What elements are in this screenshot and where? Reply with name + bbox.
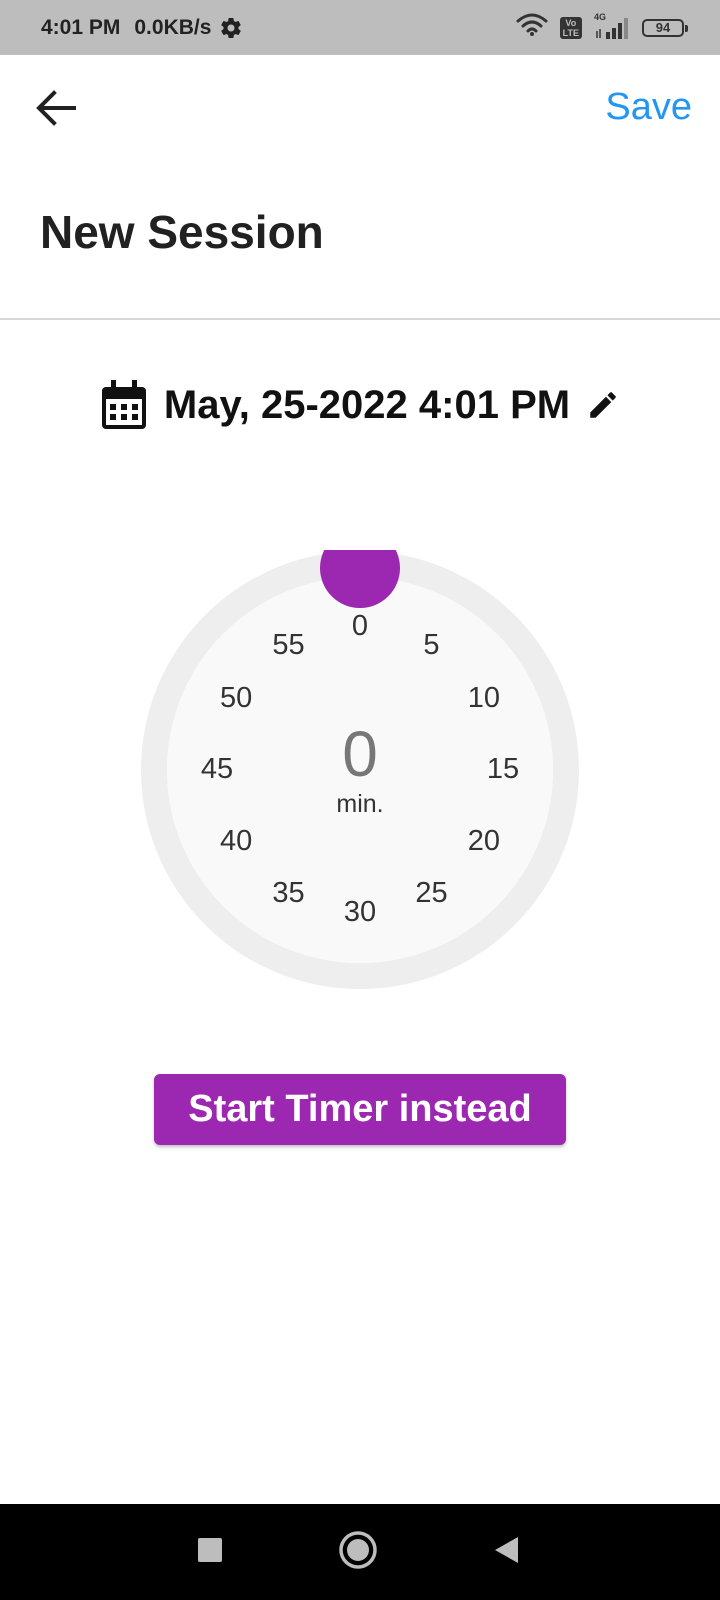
session-datetime[interactable]: May, 25-2022 4:01 PM xyxy=(164,383,570,428)
status-time: 4:01 PM xyxy=(41,15,121,39)
pencil-icon[interactable] xyxy=(586,388,620,422)
dial-tick-50: 50 xyxy=(220,681,253,714)
dial-tick-5: 5 xyxy=(423,629,440,662)
dial-tick-25: 25 xyxy=(415,876,448,909)
triangle-back-icon xyxy=(492,1535,520,1570)
back-nav-button[interactable] xyxy=(486,1532,526,1572)
status-network-speed: 0.0KB/s xyxy=(134,15,212,39)
dial-tick-20: 20 xyxy=(467,824,500,857)
status-left: 4:01 PM 0.0KB/s xyxy=(41,0,243,55)
home-button[interactable] xyxy=(338,1530,378,1575)
dial-tick-55: 55 xyxy=(272,629,305,662)
square-icon xyxy=(197,1537,223,1568)
wifi-icon xyxy=(516,13,548,42)
gear-icon xyxy=(219,16,243,40)
divider xyxy=(0,318,720,320)
page-title: New Session xyxy=(40,206,324,258)
battery-level: 94 xyxy=(655,20,671,35)
cellular-signal-icon: 4G xyxy=(594,12,630,41)
circle-icon xyxy=(338,1530,378,1575)
dial-value: 0 xyxy=(342,718,378,790)
status-right: Vo LTE 4G 94 xyxy=(516,0,688,55)
volte-icon: Vo LTE xyxy=(559,16,582,39)
dial-tick-40: 40 xyxy=(220,824,253,857)
dial-tick-35: 35 xyxy=(272,876,305,909)
dial-unit: min. xyxy=(336,790,384,818)
status-bar: 4:01 PM 0.0KB/s Vo LTE 4G 94 xyxy=(0,0,720,55)
recents-button[interactable] xyxy=(190,1532,230,1572)
back-button[interactable] xyxy=(26,80,86,140)
minutes-dial[interactable]: 0 5 10 15 20 25 30 35 40 45 50 55 0 min. xyxy=(140,550,580,990)
save-button[interactable]: Save xyxy=(605,86,692,129)
dial-tick-0: 0 xyxy=(351,610,369,642)
start-timer-button[interactable]: Start Timer instead xyxy=(154,1074,566,1145)
battery-icon: 94 xyxy=(642,18,688,37)
dial-tick-10: 10 xyxy=(467,681,500,714)
dial-tick-30: 30 xyxy=(343,896,377,928)
arrow-left-icon xyxy=(34,86,78,135)
calendar-icon[interactable] xyxy=(100,379,148,431)
session-date-row: May, 25-2022 4:01 PM xyxy=(0,375,720,435)
system-nav-bar xyxy=(0,1504,720,1600)
